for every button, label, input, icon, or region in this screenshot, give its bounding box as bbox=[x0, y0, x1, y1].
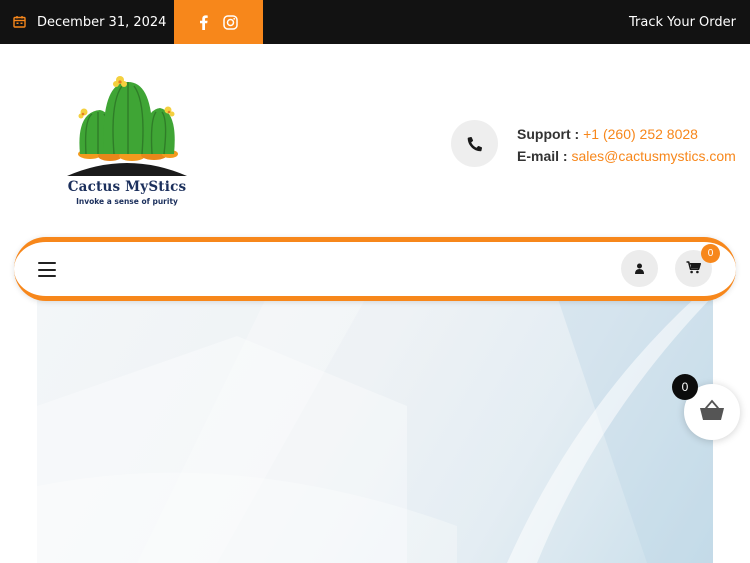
top-bar: December 31, 2024 Track Your Order bbox=[0, 0, 750, 44]
facebook-icon[interactable] bbox=[199, 14, 208, 30]
hero-banner bbox=[37, 296, 713, 563]
site-logo[interactable]: Cactus MyStics Invoke a sense of purity bbox=[62, 72, 192, 212]
user-account-button[interactable] bbox=[621, 250, 658, 287]
email-line: E-mail : sales@cactusmystics.com bbox=[517, 145, 736, 167]
contact-info: Support : +1 (260) 252 8028 E-mail : sal… bbox=[517, 123, 736, 167]
logo-tagline: Invoke a sense of purity bbox=[76, 197, 178, 206]
basket-icon bbox=[699, 399, 725, 425]
phone-icon bbox=[451, 120, 498, 167]
cart-icon bbox=[686, 259, 701, 278]
support-phone-link[interactable]: +1 (260) 252 8028 bbox=[583, 126, 698, 142]
logo-name: Cactus MyStics bbox=[67, 179, 187, 195]
track-order-link[interactable]: Track Your Order bbox=[629, 0, 736, 44]
cart-count-badge: 0 bbox=[701, 244, 720, 263]
user-icon bbox=[634, 259, 645, 278]
social-links bbox=[174, 0, 263, 44]
email-link[interactable]: sales@cactusmystics.com bbox=[571, 148, 735, 164]
hero-background-shapes bbox=[37, 296, 713, 563]
hamburger-menu-icon[interactable] bbox=[38, 262, 56, 277]
floating-cart-count: 0 bbox=[672, 374, 698, 400]
date-text: December 31, 2024 bbox=[37, 14, 167, 30]
support-label: Support : bbox=[517, 126, 580, 142]
date-display: December 31, 2024 bbox=[13, 0, 166, 44]
cactus-logo-icon bbox=[67, 76, 187, 176]
calendar-icon bbox=[13, 13, 26, 32]
instagram-icon[interactable] bbox=[223, 14, 238, 30]
email-label: E-mail : bbox=[517, 148, 568, 164]
support-line: Support : +1 (260) 252 8028 bbox=[517, 123, 736, 145]
